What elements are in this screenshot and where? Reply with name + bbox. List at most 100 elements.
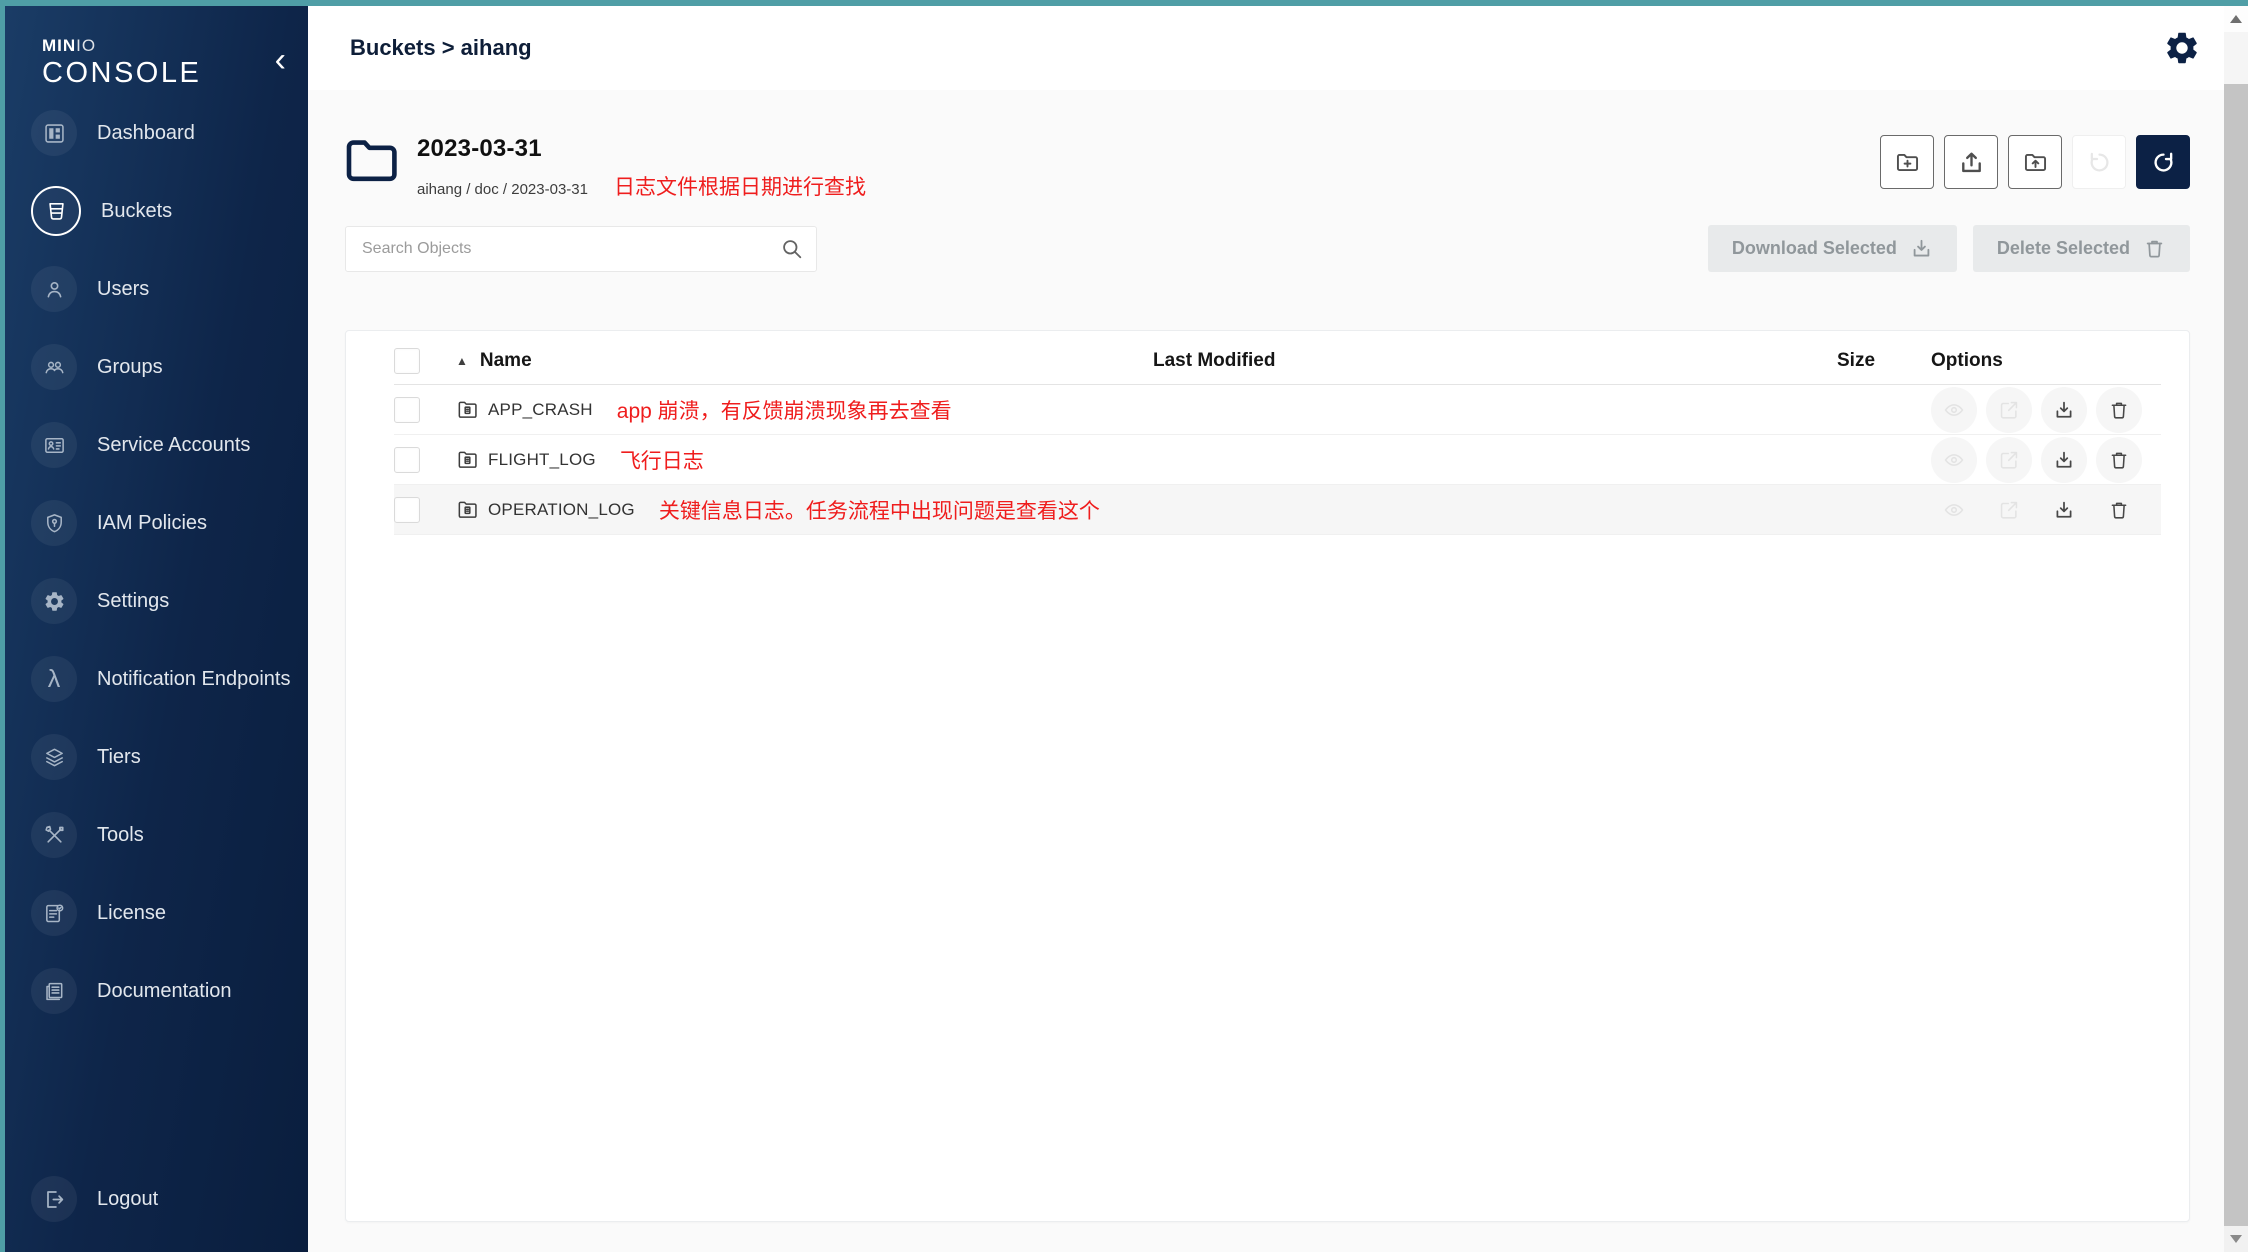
documentation-icon <box>31 968 77 1014</box>
sidebar-item-label: Users <box>97 278 149 301</box>
sidebar-item-notification-endpoints[interactable]: λ Notification Endpoints <box>5 640 308 718</box>
sidebar-item-iam-policies[interactable]: IAM Policies <box>5 484 308 562</box>
console-logo-text: CONSOLE <box>42 57 308 90</box>
share-button[interactable] <box>1986 487 2032 533</box>
rewind-icon <box>2086 149 2113 176</box>
column-options: Options <box>1931 350 2003 372</box>
sidebar-menu: Dashboard Buckets User <box>5 94 308 1252</box>
eye-icon <box>1943 399 1965 421</box>
header-options-cell: Options <box>1931 350 2161 372</box>
object-name[interactable]: OPERATION_LOG <box>488 500 635 520</box>
trash-icon <box>2108 449 2130 471</box>
object-folder-icon <box>456 498 479 521</box>
annotation-row: 飞行日志 <box>620 445 704 475</box>
sidebar-item-label: Dashboard <box>97 122 195 145</box>
object-name[interactable]: FLIGHT_LOG <box>488 450 596 470</box>
column-last-modified: Last Modified <box>1153 350 1275 371</box>
sidebar-item-license[interactable]: License <box>5 874 308 952</box>
upload-folder-button[interactable] <box>2008 135 2062 189</box>
download-icon <box>2053 499 2075 521</box>
buckets-icon <box>31 186 81 236</box>
delete-object-button[interactable] <box>2096 487 2142 533</box>
header-last-modified-cell: Last Modified <box>1121 350 1811 372</box>
sidebar-item-settings[interactable]: Settings <box>5 562 308 640</box>
minio-console-app: MINIO CONSOLE ‹ Dashboard <box>5 6 2248 1252</box>
sidebar-item-label: License <box>97 902 166 925</box>
upload-file-button[interactable] <box>1944 135 1998 189</box>
download-icon <box>1910 237 1933 260</box>
table-row[interactable]: OPERATION_LOG 关键信息日志。任务流程中出现问题是查看这个 <box>394 485 2161 535</box>
object-toolbar <box>1880 135 2190 189</box>
table-row[interactable]: FLIGHT_LOG 飞行日志 <box>394 435 2161 485</box>
sidebar-item-documentation[interactable]: Documentation <box>5 952 308 1030</box>
sidebar-item-buckets[interactable]: Buckets <box>5 172 308 250</box>
dashboard-icon <box>31 110 77 156</box>
upload-file-icon <box>1958 149 1985 176</box>
sidebar-item-service-accounts[interactable]: Service Accounts <box>5 406 308 484</box>
download-selected-label: Download Selected <box>1732 238 1897 259</box>
refresh-icon <box>2150 149 2177 176</box>
row-checkbox[interactable] <box>394 397 420 423</box>
window-accent-left <box>0 0 5 1252</box>
download-object-button[interactable] <box>2041 437 2087 483</box>
sidebar-item-label: Tiers <box>97 746 141 769</box>
new-path-button[interactable] <box>1880 135 1934 189</box>
folder-header-row: 2023-03-31 aihang / doc / 2023-03-31 日志文… <box>345 135 2190 201</box>
share-icon <box>1998 399 2020 421</box>
refresh-button[interactable] <box>2136 135 2190 189</box>
rewind-button[interactable] <box>2072 135 2126 189</box>
delete-object-button[interactable] <box>2096 437 2142 483</box>
download-object-button[interactable] <box>2041 487 2087 533</box>
delete-selected-button[interactable]: Delete Selected <box>1973 225 2190 272</box>
sidebar-item-logout[interactable]: Logout <box>5 1160 308 1238</box>
share-button[interactable] <box>1986 387 2032 433</box>
delete-selected-label: Delete Selected <box>1997 238 2130 259</box>
header-name-cell[interactable]: ▲ Name <box>456 350 1121 372</box>
select-all-checkbox[interactable] <box>394 348 420 374</box>
minio-logo-text: MINIO <box>42 36 308 56</box>
sidebar-item-groups[interactable]: Groups <box>5 328 308 406</box>
sidebar-collapse-icon[interactable]: ‹ <box>275 50 286 70</box>
header-size-cell: Size <box>1811 350 1931 372</box>
settings-gear-icon[interactable] <box>2162 28 2202 68</box>
table-row[interactable]: APP_CRASH app 崩溃，有反馈崩溃现象再去查看 <box>394 385 2161 435</box>
sidebar-item-users[interactable]: Users <box>5 250 308 328</box>
row-checkbox[interactable] <box>394 497 420 523</box>
preview-button[interactable] <box>1931 437 1977 483</box>
service-accounts-icon <box>31 422 77 468</box>
sidebar-item-dashboard[interactable]: Dashboard <box>5 94 308 172</box>
upload-folder-icon <box>2022 149 2049 176</box>
trash-icon <box>2108 499 2130 521</box>
preview-button[interactable] <box>1931 487 1977 533</box>
annotation-header: 日志文件根据日期进行查找 <box>614 171 866 201</box>
annotation-row: app 崩溃，有反馈崩溃现象再去查看 <box>617 395 952 425</box>
scrollbar-thumb[interactable] <box>2224 84 2248 1230</box>
row-checkbox[interactable] <box>394 447 420 473</box>
sidebar-item-tools[interactable]: Tools <box>5 796 308 874</box>
download-object-button[interactable] <box>2041 387 2087 433</box>
share-button[interactable] <box>1986 437 2032 483</box>
download-selected-button[interactable]: Download Selected <box>1708 225 1957 272</box>
new-path-icon <box>1894 149 1921 176</box>
sidebar-item-tiers[interactable]: Tiers <box>5 718 308 796</box>
delete-object-button[interactable] <box>2096 387 2142 433</box>
object-name[interactable]: APP_CRASH <box>488 400 593 420</box>
eye-icon <box>1943 499 1965 521</box>
scrollbar-down-button[interactable] <box>2224 1226 2248 1252</box>
page-title: 2023-03-31 <box>417 135 866 163</box>
lambda-icon: λ <box>31 656 77 702</box>
table-header-row: ▲ Name Last Modified Size Options <box>394 337 2161 385</box>
trash-icon <box>2108 399 2130 421</box>
sidebar-item-label: Buckets <box>101 200 172 223</box>
search-input[interactable] <box>345 226 817 272</box>
preview-button[interactable] <box>1931 387 1977 433</box>
share-icon <box>1998 499 2020 521</box>
eye-icon <box>1943 449 1965 471</box>
sidebar-item-label: Service Accounts <box>97 434 250 457</box>
object-folder-icon <box>456 398 479 421</box>
download-icon <box>2053 399 2075 421</box>
tools-icon <box>31 812 77 858</box>
scrollbar-up-button[interactable] <box>2224 6 2248 32</box>
window-accent-top <box>0 0 2248 6</box>
column-name: Name <box>480 350 532 372</box>
